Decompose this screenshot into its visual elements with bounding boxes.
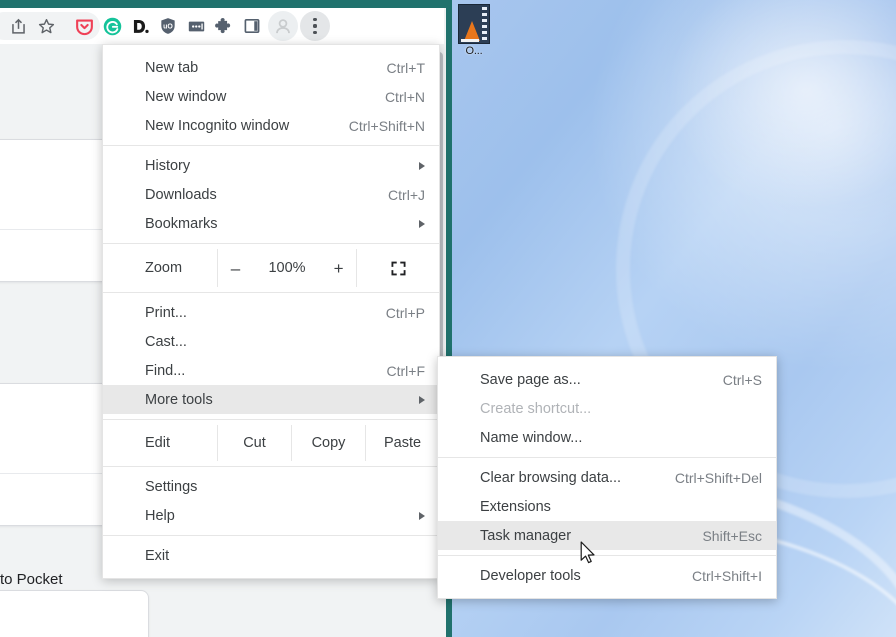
- dashlane-extension-icon[interactable]: [126, 12, 154, 40]
- menu-item-label: Developer tools: [480, 567, 581, 584]
- menu-divider: [438, 457, 776, 458]
- menu-item-label: Help: [145, 507, 175, 524]
- pocket-extension-icon[interactable]: [70, 12, 98, 40]
- menu-item-new-tab[interactable]: New tab Ctrl+T: [103, 53, 439, 82]
- menu-item-label: Extensions: [480, 498, 551, 515]
- menu-item-label: Bookmarks: [145, 215, 218, 232]
- zoom-in-button[interactable]: +: [330, 260, 348, 277]
- menu-item-label: Settings: [145, 478, 198, 495]
- menu-item-label: New window: [145, 88, 227, 105]
- menu-item-shortcut: Ctrl+Shift+N: [348, 117, 425, 134]
- menu-item-shortcut: Ctrl+S: [722, 371, 762, 388]
- menu-divider: [103, 292, 439, 293]
- menu-item-new-incognito-window[interactable]: New Incognito window Ctrl+Shift+N: [103, 111, 439, 140]
- submenu-item-name-window[interactable]: Name window...: [438, 423, 776, 452]
- submenu-item-create-shortcut: Create shortcut...: [438, 394, 776, 423]
- extension-card-title: to Pocket: [0, 571, 63, 588]
- menu-item-exit[interactable]: Exit: [103, 541, 439, 570]
- menu-zoom-row: Zoom – 100% +: [103, 249, 439, 287]
- menu-item-downloads[interactable]: Downloads Ctrl+J: [103, 180, 439, 209]
- menu-item-label: Create shortcut...: [480, 400, 592, 417]
- zoom-level-value: 100%: [268, 260, 306, 276]
- menu-item-label: Downloads: [145, 186, 217, 203]
- fullscreen-icon[interactable]: [357, 249, 439, 287]
- profile-avatar-icon[interactable]: [268, 11, 298, 41]
- more-tools-submenu: Save page as... Ctrl+S Create shortcut..…: [437, 356, 777, 599]
- menu-item-label: History: [145, 157, 191, 174]
- submenu-item-developer-tools[interactable]: Developer tools Ctrl+Shift+I: [438, 561, 776, 590]
- menu-divider: [103, 145, 439, 146]
- submenu-item-clear-browsing-data[interactable]: Clear browsing data... Ctrl+Shift+Del: [438, 463, 776, 492]
- desktop-icon-vlc[interactable]: O...: [452, 4, 496, 57]
- submenu-item-task-manager[interactable]: Task manager Shift+Esc: [438, 521, 776, 550]
- grammarly-extension-icon[interactable]: [98, 12, 126, 40]
- menu-item-label: Exit: [145, 547, 170, 564]
- menu-item-label: Find...: [145, 362, 186, 379]
- edit-label: Edit: [145, 435, 170, 451]
- vlc-media-player-icon: [458, 4, 490, 44]
- menu-edit-row: Edit Cut Copy Paste: [103, 425, 439, 461]
- chrome-menu-three-dots-icon[interactable]: [300, 11, 330, 41]
- menu-item-label: Clear browsing data...: [480, 469, 622, 486]
- chrome-main-menu: New tab Ctrl+T New window Ctrl+N New Inc…: [102, 44, 440, 579]
- chevron-right-icon: [419, 161, 425, 170]
- menu-item-label: Cast...: [145, 333, 187, 350]
- menu-divider: [103, 466, 439, 467]
- ublock-origin-extension-icon[interactable]: uO: [154, 12, 182, 40]
- submenu-item-save-page-as[interactable]: Save page as... Ctrl+S: [438, 365, 776, 394]
- chevron-right-icon: [419, 219, 425, 228]
- menu-item-print[interactable]: Print... Ctrl+P: [103, 298, 439, 327]
- menu-item-shortcut: Shift+Esc: [702, 527, 762, 544]
- share-icon[interactable]: [4, 12, 32, 40]
- zoom-label: Zoom: [145, 260, 183, 276]
- extension-card[interactable]: [0, 590, 149, 637]
- menu-item-shortcut: Ctrl+Shift+I: [691, 567, 762, 584]
- menu-item-shortcut: Ctrl+J: [388, 186, 425, 203]
- menu-item-label: Print...: [145, 304, 187, 321]
- menu-item-cast[interactable]: Cast...: [103, 327, 439, 356]
- password-manager-extension-icon[interactable]: [182, 12, 210, 40]
- screenshot-root: O... nnect the web fa secure. emove marl…: [0, 0, 896, 637]
- menu-item-label: New tab: [145, 59, 199, 76]
- chevron-right-icon: [419, 511, 425, 520]
- menu-item-new-window[interactable]: New window Ctrl+N: [103, 82, 439, 111]
- window-title-bar: [0, 0, 452, 8]
- chevron-right-icon: [419, 395, 425, 404]
- menu-item-shortcut: Ctrl+F: [386, 362, 426, 379]
- copy-button[interactable]: Copy: [291, 425, 365, 461]
- menu-item-settings[interactable]: Settings: [103, 472, 439, 501]
- cut-button[interactable]: Cut: [217, 425, 291, 461]
- side-panel-icon[interactable]: [238, 12, 266, 40]
- menu-item-more-tools[interactable]: More tools: [103, 385, 439, 414]
- menu-divider: [438, 555, 776, 556]
- paste-button[interactable]: Paste: [365, 425, 439, 461]
- menu-item-label: Save page as...: [480, 371, 581, 388]
- menu-item-shortcut: Ctrl+T: [386, 59, 426, 76]
- menu-item-label: Task manager: [480, 527, 572, 544]
- menu-divider: [103, 535, 439, 536]
- menu-divider: [103, 243, 439, 244]
- menu-item-label: Name window...: [480, 429, 583, 446]
- menu-divider: [103, 419, 439, 420]
- menu-item-label: More tools: [145, 391, 213, 408]
- menu-item-shortcut: Ctrl+P: [385, 304, 425, 321]
- browser-toolbar: uO: [0, 8, 446, 44]
- menu-item-bookmarks[interactable]: Bookmarks: [103, 209, 439, 238]
- menu-item-shortcut: Ctrl+Shift+Del: [674, 469, 762, 486]
- zoom-out-button[interactable]: –: [226, 260, 244, 277]
- svg-text:uO: uO: [163, 24, 173, 31]
- submenu-item-extensions[interactable]: Extensions: [438, 492, 776, 521]
- menu-item-history[interactable]: History: [103, 151, 439, 180]
- bookmark-star-icon[interactable]: [32, 12, 60, 40]
- menu-item-shortcut: Ctrl+N: [384, 88, 425, 105]
- extensions-puzzle-icon[interactable]: [210, 12, 238, 40]
- menu-item-help[interactable]: Help: [103, 501, 439, 530]
- menu-item-find[interactable]: Find... Ctrl+F: [103, 356, 439, 385]
- menu-item-label: New Incognito window: [145, 117, 290, 134]
- desktop-icon-label: O...: [465, 45, 483, 57]
